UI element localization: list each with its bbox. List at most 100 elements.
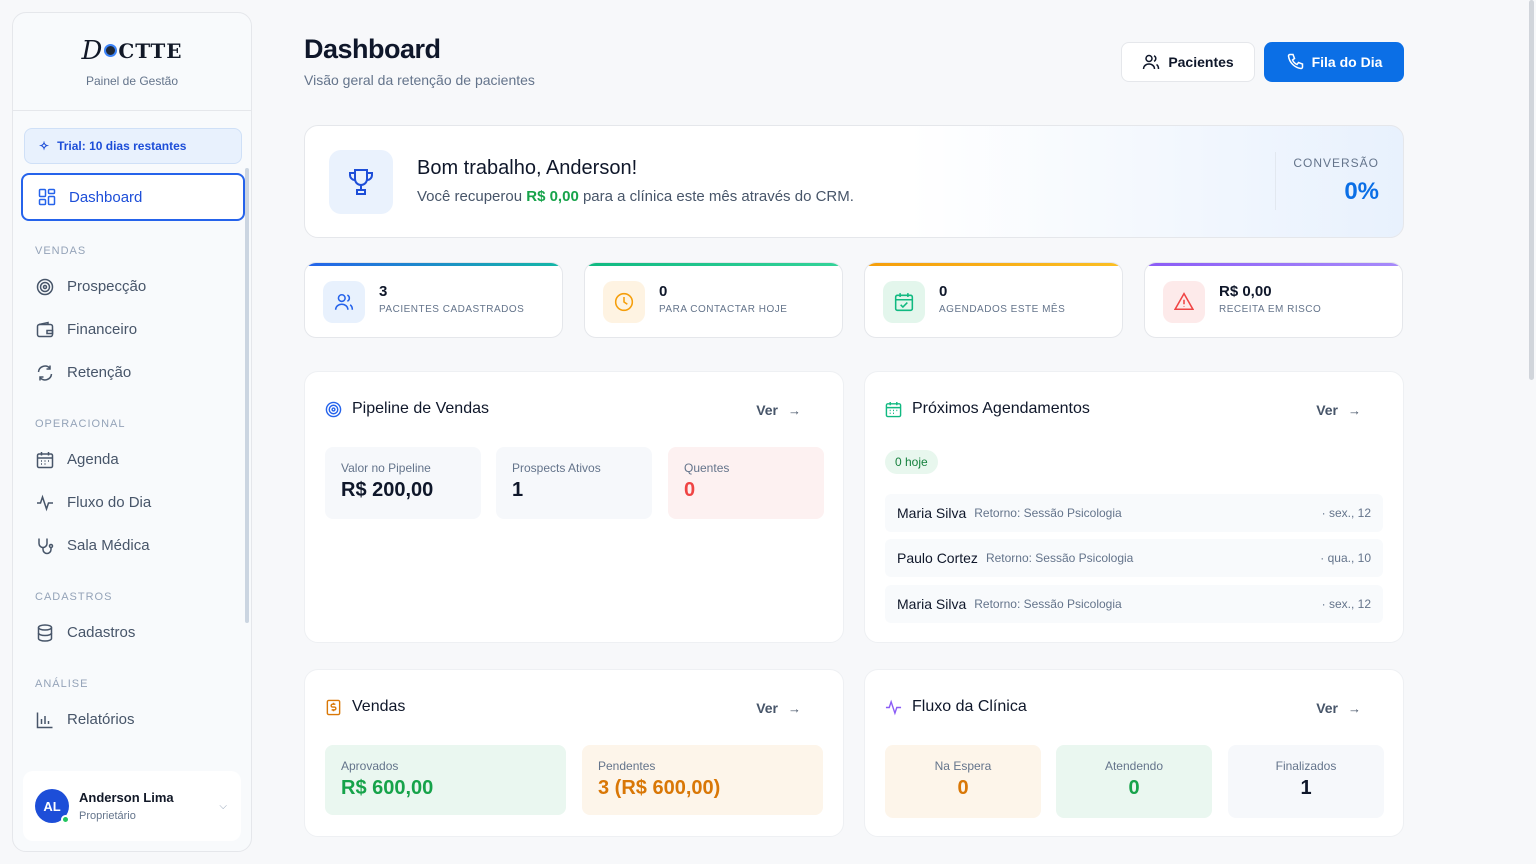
page-scrollbar[interactable] (1529, 0, 1534, 380)
sidebar-item-label: Financeiro (67, 321, 138, 338)
appointment-item[interactable]: Maria Silva Retorno: Sessão Psicologia ·… (885, 494, 1383, 532)
arrow-right-icon: → (1348, 402, 1361, 418)
calendar-icon (885, 401, 902, 418)
vendas-panel: Vendas Ver → Aprovados R$ 600,00 Pendente… (304, 669, 844, 837)
trophy-icon (329, 150, 393, 214)
box-label: Atendendo (1104, 759, 1164, 773)
recovered-amount: R$ 0,00 (526, 188, 579, 205)
user-role: Proprietário (79, 810, 136, 822)
prospects-box[interactable]: Prospects Ativos 1 (496, 447, 652, 519)
fluxo-ver-link[interactable]: Ver → (1316, 700, 1361, 716)
sidebar-item-label: Agenda (67, 451, 119, 468)
calendar-icon (35, 450, 55, 470)
sidebar-item-label: Dashboard (69, 188, 143, 206)
calendar-check-icon (883, 281, 925, 323)
box-value: 1 (1300, 777, 1312, 799)
sidebar-item-sala[interactable]: Sala Médica (21, 524, 245, 567)
conversion-value: 0% (1344, 178, 1379, 205)
section-cadastros: CADASTROS (35, 591, 113, 603)
sidebar-item-retencao[interactable]: Retenção (21, 351, 245, 394)
stat-accent-bar (305, 263, 562, 266)
panel-title: Próximos Agendamentos (912, 400, 1090, 417)
panel-title: Fluxo da Clínica (912, 698, 1027, 715)
stat-card-receita-risco[interactable]: R$ 0,00 RECEITA EM RISCO (1144, 262, 1403, 338)
na-espera-box[interactable]: Na Espera 0 (885, 745, 1041, 818)
conversion-label: CONVERSÃO (1293, 156, 1379, 170)
arrow-right-icon: → (1348, 700, 1361, 716)
chevron-down-icon[interactable]: ⌵ (219, 801, 227, 812)
fluxo-panel: Fluxo da Clínica Ver → Na Espera 0 Atende… (864, 669, 1404, 837)
sidebar-item-relatorios[interactable]: Relatórios (21, 698, 245, 741)
vendas-ver-link[interactable]: Ver → (756, 700, 801, 716)
appointment-type: Retorno: Sessão Psicologia (974, 597, 1122, 611)
logo-area: D CTTE Painel de Gestão (13, 13, 251, 111)
stat-value: 3 (379, 283, 388, 300)
trial-text: Trial: 10 dias restantes (57, 139, 187, 153)
alert-triangle-icon (1163, 281, 1205, 323)
box-label: Quentes (684, 461, 730, 475)
box-label: Valor no Pipeline (341, 461, 431, 475)
pipeline-value-box[interactable]: Valor no Pipeline R$ 200,00 (325, 447, 481, 519)
stat-accent-bar (865, 263, 1122, 266)
page-title: Dashboard (304, 34, 441, 64)
sidebar-item-prospeccao[interactable]: Prospecção (21, 265, 245, 308)
appointment-item[interactable]: Maria Silva Retorno: Sessão Psicologia ·… (885, 585, 1383, 623)
wallet-icon (35, 320, 55, 340)
activity-icon (35, 493, 55, 513)
fila-do-dia-button[interactable]: Fila do Dia (1264, 42, 1404, 82)
agendamentos-ver-link[interactable]: Ver → (1316, 402, 1361, 418)
stat-card-pacientes[interactable]: 3 PACIENTES CADASTRADOS (304, 262, 563, 338)
clock-icon (603, 281, 645, 323)
sidebar-item-label: Retenção (67, 364, 132, 381)
quentes-box[interactable]: Quentes 0 (668, 447, 824, 519)
sidebar: D CTTE Painel de Gestão ✧ Trial: 10 dias … (12, 12, 252, 852)
welcome-card: Bom trabalho, Anderson! Você recuperou R… (304, 125, 1404, 238)
appointment-type: Retorno: Sessão Psicologia (985, 551, 1134, 565)
section-analise: ANÁLISE (35, 678, 89, 690)
user-card[interactable]: AL Anderson Lima Proprietário ⌵ (23, 771, 241, 841)
patient-name: Maria Silva (897, 596, 967, 612)
atendendo-box[interactable]: Atendendo 0 (1056, 745, 1212, 818)
sidebar-item-financeiro[interactable]: Financeiro (21, 308, 245, 351)
stat-card-contactar[interactable]: 0 PARA CONTACTAR HOJE (584, 262, 843, 338)
app-logo[interactable]: D CTTE (81, 36, 182, 66)
logo-subtitle: Painel de Gestão (85, 73, 179, 88)
stat-accent-bar (1145, 263, 1402, 266)
aprovados-box[interactable]: Aprovados R$ 600,00 (325, 745, 566, 815)
agendamentos-panel: Próximos Agendamentos Ver → 0 hoje Maria … (864, 371, 1404, 643)
sidebar-scrollbar[interactable] (245, 168, 249, 623)
pipeline-ver-link[interactable]: Ver → (756, 402, 801, 418)
box-value: 3 (R$ 600,00) (598, 777, 721, 799)
box-label: Prospects Ativos (512, 461, 601, 475)
sidebar-item-fluxo[interactable]: Fluxo do Dia (21, 481, 245, 524)
divider (1275, 152, 1276, 210)
trial-banner[interactable]: ✧ Trial: 10 dias restantes (24, 128, 242, 164)
stat-label: PARA CONTACTAR HOJE (659, 304, 788, 315)
sidebar-item-agenda[interactable]: Agenda (21, 438, 245, 481)
pendentes-box[interactable]: Pendentes 3 (R$ 600,00) (582, 745, 823, 815)
box-value: 1 (512, 479, 524, 501)
pipeline-panel: Pipeline de Vendas Ver → Valor no Pipelin… (304, 371, 844, 643)
stat-value: R$ 0,00 (1219, 283, 1272, 300)
panel-header: Vendas (325, 698, 405, 716)
user-name: Anderson Lima (79, 790, 174, 805)
sidebar-item-label: Fluxo do Dia (67, 494, 152, 511)
box-value: R$ 600,00 (341, 777, 434, 799)
box-value: 0 (1128, 777, 1140, 799)
stat-card-agendados[interactable]: 0 AGENDADOS ESTE MÊS (864, 262, 1123, 338)
finalizados-box[interactable]: Finalizados 1 (1228, 745, 1384, 818)
section-vendas: VENDAS (35, 245, 87, 257)
sidebar-item-label: Relatórios (67, 711, 135, 728)
sidebar-item-cadastros[interactable]: Cadastros (21, 611, 245, 654)
box-value: R$ 200,00 (341, 479, 434, 501)
panel-title: Pipeline de Vendas (352, 400, 489, 417)
target-icon (35, 277, 55, 297)
box-label: Pendentes (598, 759, 656, 773)
sidebar-item-label: Cadastros (67, 624, 136, 641)
pacientes-button[interactable]: Pacientes (1121, 42, 1255, 82)
sidebar-item-label: Prospecção (67, 278, 147, 295)
patient-name: Maria Silva (897, 505, 967, 521)
sidebar-item-dashboard[interactable]: Dashboard (21, 173, 245, 221)
appointment-type: Retorno: Sessão Psicologia (974, 506, 1122, 520)
appointment-item[interactable]: Paulo Cortez Retorno: Sessão Psicologia … (885, 539, 1383, 577)
